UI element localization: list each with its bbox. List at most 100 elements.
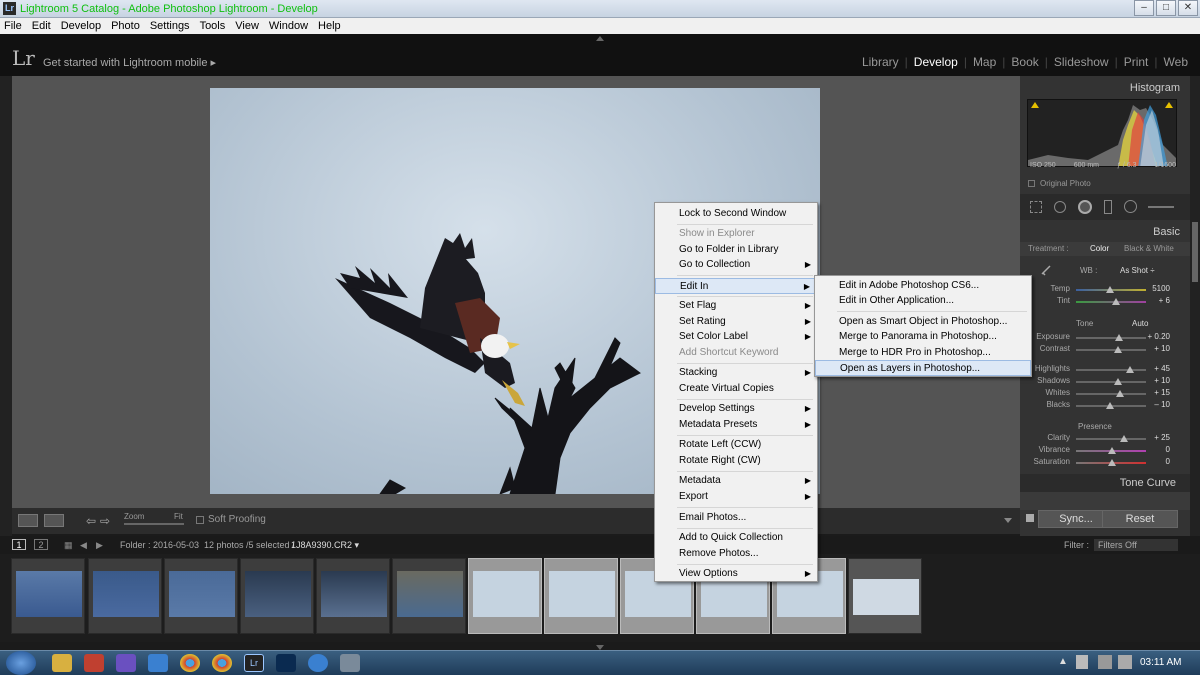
adjustment-brush-icon[interactable] xyxy=(1148,206,1174,208)
filmstrip-forward-icon[interactable]: ▶ xyxy=(96,536,103,554)
menu-item-stacking[interactable]: Stacking ▶ xyxy=(655,365,817,381)
clock[interactable]: 03:11 AM xyxy=(1140,657,1182,668)
menu-item-edit-in[interactable]: Edit In ▶ xyxy=(655,278,817,294)
treatment-color-option[interactable]: Color xyxy=(1090,242,1109,256)
menu-help[interactable]: Help xyxy=(318,18,341,34)
window-1-button[interactable]: 1 xyxy=(12,539,26,550)
filmstrip-thumbnail[interactable] xyxy=(316,558,390,634)
minimize-button[interactable]: – xyxy=(1134,0,1154,16)
tray-expand-icon[interactable]: ▲ xyxy=(1058,656,1068,667)
menu-view[interactable]: View xyxy=(235,18,259,34)
start-button[interactable] xyxy=(6,651,36,675)
basic-panel-title[interactable]: Basic xyxy=(1153,226,1180,238)
prev-arrow-icon[interactable]: ⇦ xyxy=(86,514,96,528)
menu-develop[interactable]: Develop xyxy=(61,18,101,34)
toolbar-options-chevron-icon[interactable] xyxy=(1004,518,1012,523)
reset-button[interactable]: Reset xyxy=(1102,510,1178,528)
filmstrip-thumbnail-selected[interactable] xyxy=(544,558,618,634)
tone-auto-button[interactable]: Auto xyxy=(1132,319,1148,328)
submenu-smart-object[interactable]: Open as Smart Object in Photoshop... xyxy=(815,314,1031,330)
module-book[interactable]: Book xyxy=(1011,55,1038,69)
slider-saturation[interactable]: Saturation 0 xyxy=(1030,457,1170,469)
folder-source[interactable]: Folder : 2016-05-03 xyxy=(120,536,199,554)
slider-contrast[interactable]: Contrast + 10 xyxy=(1030,344,1170,356)
network-icon[interactable] xyxy=(1098,655,1112,669)
menu-item-rotate-right[interactable]: Rotate Right (CW) xyxy=(655,453,817,469)
slider-clarity[interactable]: Clarity + 25 xyxy=(1030,433,1170,445)
slider-highlights[interactable]: Highlights + 45 xyxy=(1030,364,1170,376)
left-panel-collapsed[interactable] xyxy=(0,76,12,536)
slider-blacks[interactable]: Blacks – 10 xyxy=(1030,400,1170,412)
module-web[interactable]: Web xyxy=(1164,55,1188,69)
submenu-open-as-layers[interactable]: Open as Layers in Photoshop... xyxy=(815,360,1031,376)
histogram-title[interactable]: Histogram xyxy=(1130,82,1180,94)
filmstrip-back-icon[interactable]: ◀ xyxy=(80,536,87,554)
menu-item-set-flag[interactable]: Set Flag ▶ xyxy=(655,298,817,314)
module-develop[interactable]: Develop xyxy=(914,55,958,69)
submenu-edit-photoshop[interactable]: Edit in Adobe Photoshop CS6... xyxy=(815,278,1031,294)
graduated-filter-icon[interactable] xyxy=(1104,200,1112,214)
filmstrip-thumbnail[interactable] xyxy=(848,558,922,634)
collapse-top-panel-icon[interactable] xyxy=(596,36,604,41)
menu-window[interactable]: Window xyxy=(269,18,308,34)
menu-item-develop-settings[interactable]: Develop Settings ▶ xyxy=(655,401,817,417)
right-panel-scrollbar[interactable] xyxy=(1190,76,1200,536)
volume-icon[interactable] xyxy=(1076,655,1088,669)
slider-temp[interactable]: Temp 5100 xyxy=(1030,284,1170,296)
explorer-taskbar-icon[interactable] xyxy=(52,654,72,672)
ie-taskbar-icon[interactable] xyxy=(148,654,168,672)
menu-item-export[interactable]: Export ▶ xyxy=(655,489,817,505)
menu-item-go-to-collection[interactable]: Go to Collection ▶ xyxy=(655,257,817,273)
next-arrow-icon[interactable]: ⇨ xyxy=(100,514,110,528)
menu-item-add-quick-collection[interactable]: Add to Quick Collection xyxy=(655,530,817,546)
slider-exposure[interactable]: Exposure + 0.20 xyxy=(1030,332,1170,344)
menu-item-metadata-presets[interactable]: Metadata Presets ▶ xyxy=(655,417,817,433)
module-slideshow[interactable]: Slideshow xyxy=(1054,55,1109,69)
submenu-merge-hdr[interactable]: Merge to HDR Pro in Photoshop... xyxy=(815,345,1031,361)
menu-item-set-rating[interactable]: Set Rating ▶ xyxy=(655,314,817,330)
slider-whites[interactable]: Whites + 15 xyxy=(1030,388,1170,400)
filmstrip-thumbnail[interactable] xyxy=(11,558,85,634)
slider-tint[interactable]: Tint + 6 xyxy=(1030,296,1170,308)
slider-shadows[interactable]: Shadows + 10 xyxy=(1030,376,1170,388)
loupe-view-button[interactable] xyxy=(18,514,38,527)
lightroom-mobile-link[interactable]: Get started with Lightroom mobile ▸ xyxy=(43,56,216,69)
submenu-merge-panorama[interactable]: Merge to Panorama in Photoshop... xyxy=(815,329,1031,345)
menu-file[interactable]: File xyxy=(4,18,22,34)
module-print[interactable]: Print xyxy=(1124,55,1149,69)
highlight-clipping-icon[interactable] xyxy=(1165,102,1173,108)
original-photo-checkbox[interactable] xyxy=(1028,180,1035,187)
ie-taskbar-icon-2[interactable] xyxy=(308,654,328,672)
menu-item-metadata[interactable]: Metadata ▶ xyxy=(655,473,817,489)
current-filename[interactable]: 1J8A9390.CR2 ▾ xyxy=(291,536,359,554)
treatment-bw-option[interactable]: Black & White xyxy=(1124,242,1174,256)
app-taskbar-icon[interactable] xyxy=(340,654,360,672)
menu-item-lock-second-window[interactable]: Lock to Second Window xyxy=(655,206,817,222)
spot-removal-icon[interactable] xyxy=(1054,201,1066,213)
menu-item-view-options[interactable]: View Options ▶ xyxy=(655,566,817,582)
module-library[interactable]: Library xyxy=(862,55,899,69)
scrollbar-thumb[interactable] xyxy=(1192,222,1198,282)
grid-view-icon[interactable]: ▦ xyxy=(64,536,73,554)
menu-item-create-virtual-copies[interactable]: Create Virtual Copies xyxy=(655,381,817,397)
filmstrip-thumbnail[interactable] xyxy=(392,558,466,634)
menu-item-email-photos[interactable]: Email Photos... xyxy=(655,510,817,526)
sync-toggle-icon[interactable] xyxy=(1026,514,1034,522)
filmstrip-thumbnail[interactable] xyxy=(164,558,238,634)
shadow-clipping-icon[interactable] xyxy=(1031,102,1039,108)
slider-vibrance[interactable]: Vibrance 0 xyxy=(1030,445,1170,457)
visual-studio-taskbar-icon[interactable] xyxy=(116,654,136,672)
filter-dropdown[interactable]: Filters Off xyxy=(1094,539,1178,551)
filmstrip-thumbnail[interactable] xyxy=(240,558,314,634)
filmstrip-thumbnail[interactable] xyxy=(88,558,162,634)
zoom-slider[interactable] xyxy=(124,523,184,525)
wb-eyedropper-icon[interactable] xyxy=(1040,264,1052,276)
photoshop-taskbar-icon[interactable] xyxy=(276,654,296,672)
soft-proofing-checkbox[interactable] xyxy=(196,516,204,524)
menu-item-remove-photos[interactable]: Remove Photos... xyxy=(655,546,817,562)
window-2-button[interactable]: 2 xyxy=(34,539,48,550)
submenu-edit-other-app[interactable]: Edit in Other Application... xyxy=(815,293,1031,309)
media-player-taskbar-icon[interactable] xyxy=(84,654,104,672)
tone-curve-header[interactable]: Tone Curve xyxy=(1020,474,1190,492)
action-center-icon[interactable] xyxy=(1118,655,1132,669)
